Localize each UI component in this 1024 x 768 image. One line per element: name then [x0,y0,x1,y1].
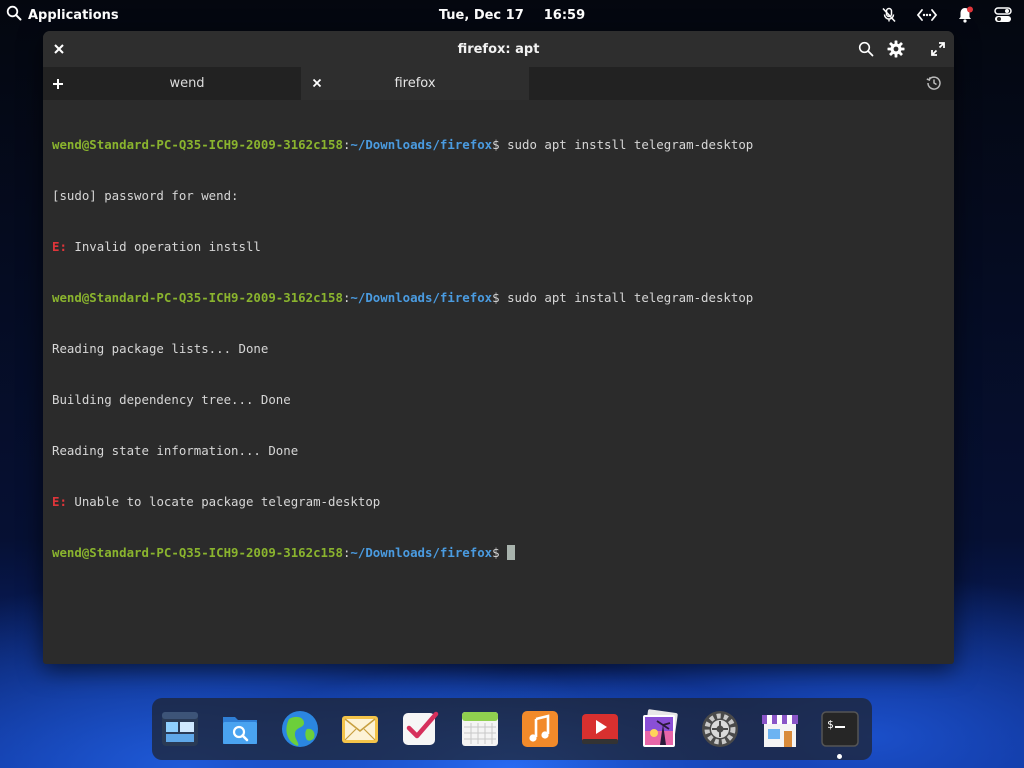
output-line: [sudo] password for wend: [52,188,239,203]
prompt-user-host: wend@Standard-PC-Q35-ICH9-2009-3162c158 [52,545,343,560]
tasks-icon[interactable] [400,709,440,749]
photos-icon[interactable] [640,709,680,749]
system-settings-icon[interactable] [700,709,740,749]
error-line: E: Invalid operation instsll [52,238,945,255]
mail-icon[interactable] [340,709,380,749]
running-indicator [837,754,842,759]
dock: $ [152,698,872,760]
notifications-icon[interactable] [954,4,976,26]
prompt-path: ~/Downloads/firefox [350,137,493,152]
error-text: Invalid operation instsll [66,239,261,254]
tab-bar: wend firefox [43,67,954,100]
window-title: firefox: apt [457,41,540,57]
prompt-user-host: wend@Standard-PC-Q35-ICH9-2009-3162c158 [52,137,343,152]
output-line: Reading state information... Done [52,443,299,458]
applications-menu[interactable]: Applications [6,0,119,30]
music-icon[interactable] [520,709,560,749]
terminal-window: firefox: apt wend firefox wend@Standard-… [43,31,954,664]
text-cursor [507,545,516,560]
multitasking-view-icon[interactable] [160,709,200,749]
terminal-icon[interactable]: $ [820,709,860,759]
plus-icon [53,78,63,89]
videos-icon[interactable] [580,709,620,749]
error-line: E: Unable to locate package telegram-des… [52,493,945,510]
search-icon [6,5,22,25]
tab-label: firefox [394,76,436,91]
files-icon[interactable] [220,709,260,749]
terminal-output[interactable]: wend@Standard-PC-Q35-ICH9-2009-3162c158:… [43,100,954,597]
prompt-path: ~/Downloads/firefox [350,290,493,305]
calendar-icon[interactable] [460,709,500,749]
history-icon[interactable] [924,73,944,93]
network-icon[interactable] [916,4,938,26]
tab-wend[interactable]: wend [73,67,301,100]
time-label[interactable]: 16:59 [544,8,585,23]
mic-muted-icon[interactable] [878,4,900,26]
output-line: Reading package lists... Done [52,341,269,356]
error-label: E: [52,494,67,509]
power-toggle-icon[interactable] [992,4,1014,26]
web-browser-icon[interactable] [280,709,320,749]
top-panel: Applications Tue, Dec 17 16:59 [0,0,1024,30]
command-text: sudo apt install telegram-desktop [499,290,754,305]
prompt-line: wend@Standard-PC-Q35-ICH9-2009-3162c158:… [52,289,945,306]
prompt-user-host: wend@Standard-PC-Q35-ICH9-2009-3162c158 [52,290,343,305]
output-line: Building dependency tree... Done [52,392,291,407]
command-text [500,545,507,560]
applications-label: Applications [28,7,119,23]
date-label[interactable]: Tue, Dec 17 [439,8,524,23]
new-tab-button[interactable] [43,67,73,100]
tab-label: wend [169,76,205,91]
gear-icon[interactable] [884,37,908,61]
error-label: E: [52,239,67,254]
prompt-path: ~/Downloads/firefox [350,545,493,560]
search-icon[interactable] [854,37,878,61]
prompt-char: $ [492,137,500,152]
prompt-char: $ [492,290,500,305]
title-bar[interactable]: firefox: apt [43,31,954,67]
close-icon[interactable] [309,75,325,91]
appcenter-icon[interactable] [760,709,800,749]
close-icon[interactable] [47,37,71,61]
svg-text:$: $ [827,718,834,731]
prompt-char: $ [492,545,500,560]
error-text: Unable to locate package telegram-deskto… [66,494,381,509]
fullscreen-icon[interactable] [926,37,950,61]
prompt-line: wend@Standard-PC-Q35-ICH9-2009-3162c158:… [52,136,945,153]
command-text: sudo apt instsll telegram-desktop [499,137,754,152]
tab-firefox[interactable]: firefox [301,67,529,100]
prompt-line: wend@Standard-PC-Q35-ICH9-2009-3162c158:… [52,544,945,561]
